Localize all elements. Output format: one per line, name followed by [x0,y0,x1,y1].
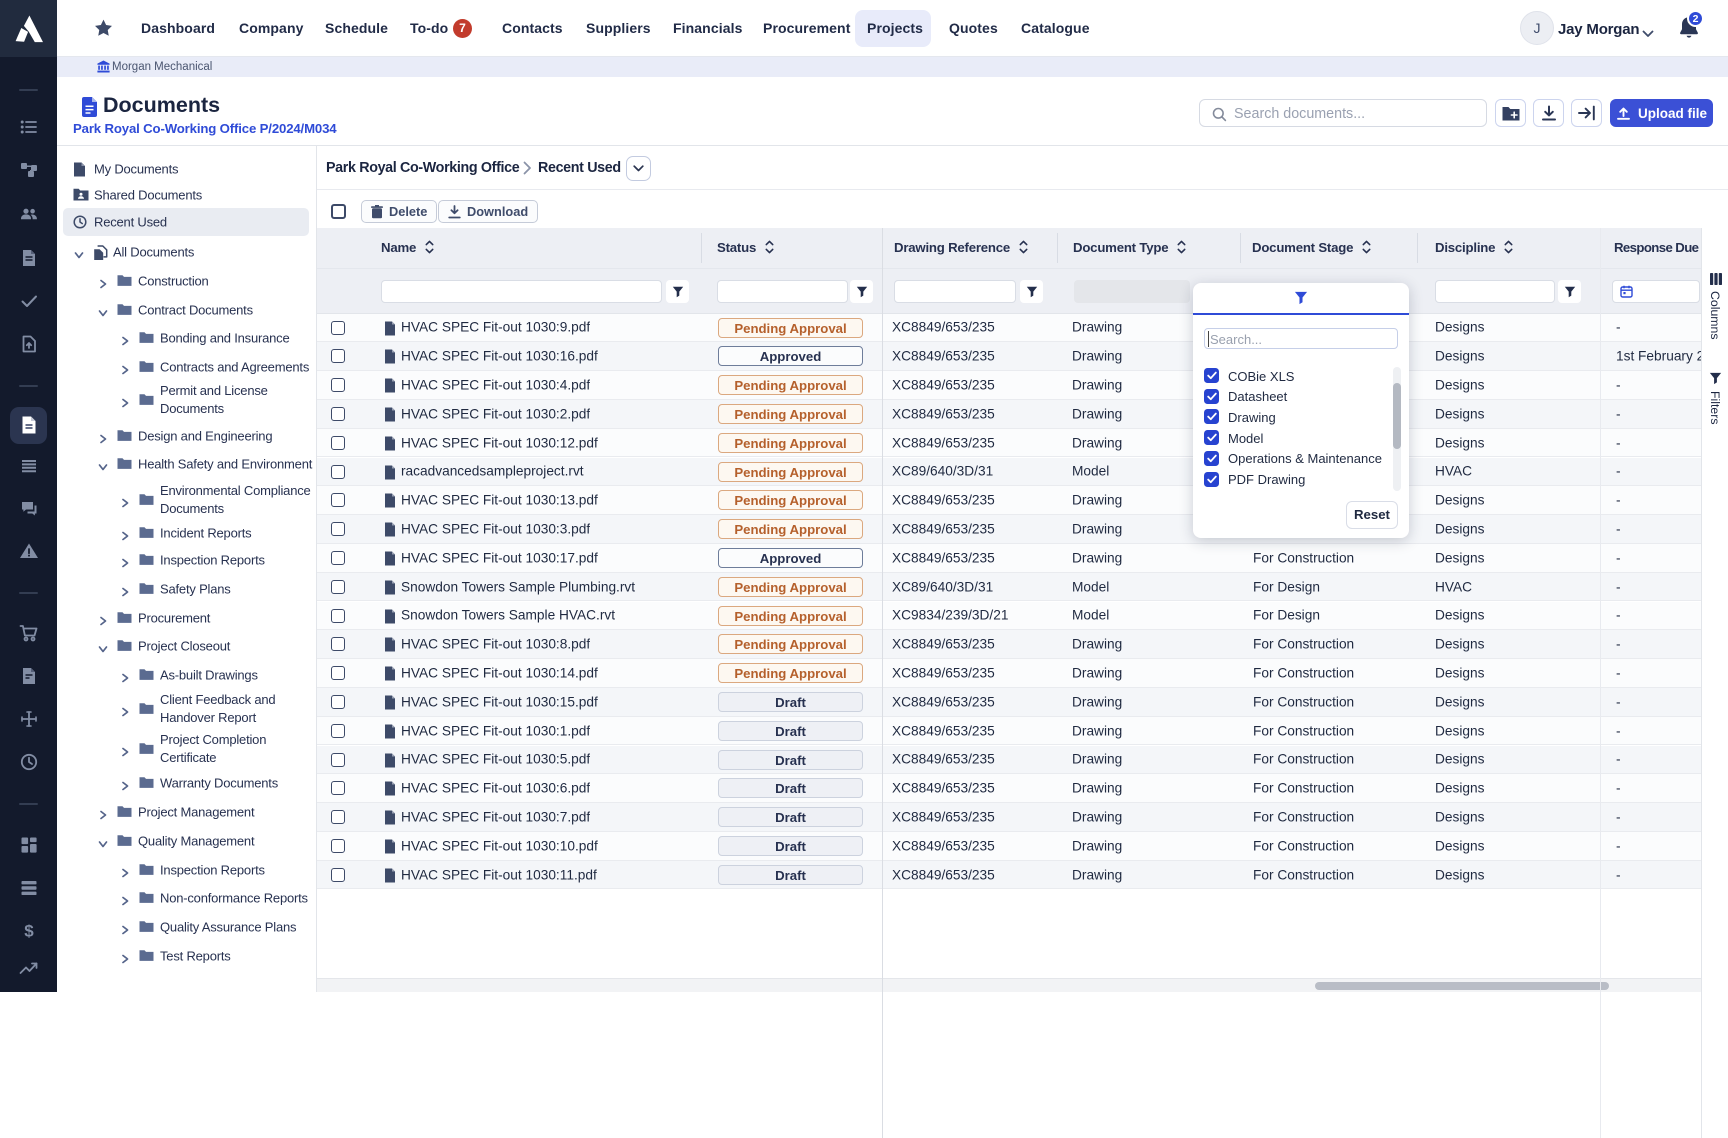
svg-text:$: $ [24,922,34,941]
